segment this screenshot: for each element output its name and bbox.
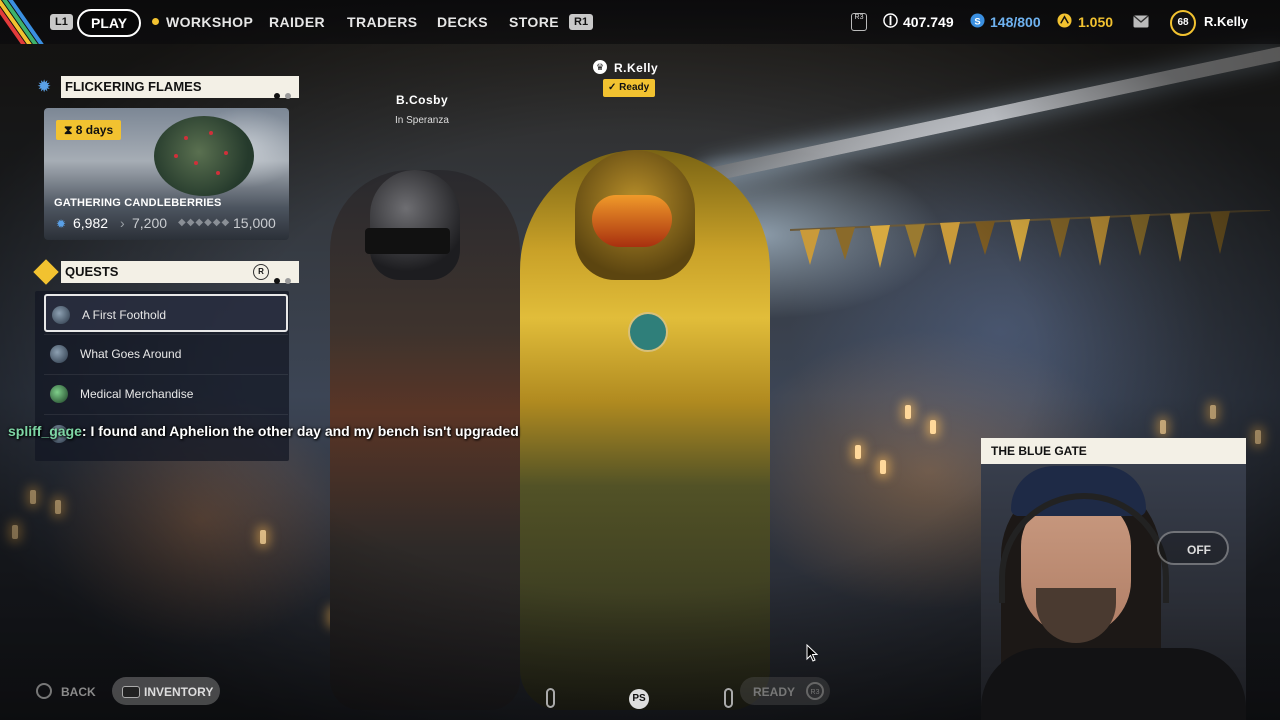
- quest-icon: [50, 385, 68, 403]
- touchpad-icon: [122, 686, 140, 698]
- nav-tab-decks[interactable]: DECKS: [437, 14, 488, 30]
- raider-token-icon: [1057, 13, 1072, 28]
- event-pager-dots[interactable]: [269, 84, 291, 106]
- chevron-right-icon: ›: [120, 215, 125, 231]
- chat-username: spliff_gage: [8, 423, 82, 439]
- quest-icon: [52, 306, 70, 324]
- party-member-status: In Speranza: [395, 115, 449, 126]
- ready-label: READY: [753, 685, 796, 699]
- quests-pager-dots[interactable]: [269, 269, 291, 291]
- coins-value: 407.749: [903, 14, 954, 30]
- quests-panel-header: QUESTS R: [33, 259, 299, 285]
- inventory-button[interactable]: INVENTORY: [112, 677, 220, 705]
- ready-status-chip: ✓ Ready: [603, 79, 656, 97]
- tokens-value: 1.050: [1078, 14, 1114, 30]
- workshop-notification-dot: [152, 18, 159, 25]
- hourglass-icon: ⧗: [64, 123, 73, 137]
- gear-icon: ✹: [56, 217, 67, 231]
- quest-icon: [50, 345, 68, 363]
- event-card[interactable]: ⧗ 8 days GATHERING CANDLEBERRIES ✹ 6,982…: [44, 108, 289, 240]
- top-navigation-bar: L1 PLAY WORKSHOP RAIDER TRADERS DECKS ST…: [0, 0, 1280, 44]
- event-progress-row: ✹ 6,982 › 7,200 ◆◆◆◆◆◆ 15,000: [54, 215, 284, 233]
- coin-icon: [883, 13, 898, 28]
- r-button-hint: R: [253, 264, 269, 280]
- svg-text:S: S: [974, 16, 980, 26]
- back-button[interactable]: BACK: [61, 685, 96, 699]
- stash-icon: S: [970, 13, 985, 28]
- event-progress-next: 7,200: [132, 215, 168, 231]
- progress-dots: ◆◆◆◆◆◆: [178, 217, 231, 228]
- inventory-label: INVENTORY: [144, 685, 214, 699]
- circle-button-icon: [36, 683, 52, 699]
- event-header-bar: FLICKERING FLAMES: [61, 76, 299, 99]
- event-timer-text: 8 days: [75, 123, 114, 137]
- event-panel-header: ✹ FLICKERING FLAMES: [35, 76, 299, 99]
- ready-status-text: Ready: [619, 82, 650, 93]
- nav-tab-raider[interactable]: RAIDER: [269, 14, 325, 30]
- event-title: FLICKERING FLAMES: [65, 79, 202, 94]
- r3-button-icon: R3: [806, 682, 824, 700]
- stash-capacity-value: 148/800: [990, 14, 1041, 30]
- event-name: GATHERING CANDLEBERRIES: [54, 197, 222, 209]
- stream-chat-message: spliff_gage: I found and Aphelion the ot…: [8, 423, 519, 439]
- r1-button-hint: R1: [569, 14, 594, 30]
- quests-title: QUESTS: [65, 264, 119, 279]
- off-toggle[interactable]: OFF: [1157, 531, 1229, 565]
- quest-item-a-first-foothold[interactable]: A First Foothold: [44, 294, 288, 332]
- event-progress-current: 6,982: [73, 215, 109, 231]
- player-name[interactable]: R.Kelly: [1204, 14, 1248, 29]
- left-stick-icon: [546, 688, 555, 708]
- webcam-title: THE BLUE GATE: [981, 438, 1246, 464]
- candleberry-bush-image: [154, 116, 254, 196]
- game-logo-stripes: [0, 0, 44, 44]
- quest-label: A First Foothold: [82, 308, 167, 322]
- l1-button-hint: L1: [50, 14, 73, 30]
- quest-label: Medical Merchandise: [80, 387, 194, 401]
- gear-icon: ✹: [37, 77, 52, 96]
- nav-tab-play[interactable]: PLAY: [77, 9, 142, 37]
- quest-diamond-icon: [33, 259, 59, 285]
- checkmark-icon: ✓: [608, 82, 617, 93]
- event-timer-chip: ⧗ 8 days: [56, 120, 122, 140]
- nav-tab-workshop[interactable]: WORKSHOP: [166, 14, 253, 30]
- quest-item-what-goes-around[interactable]: What Goes Around: [44, 334, 288, 373]
- chat-text: I found and Aphelion the other day and m…: [90, 423, 519, 439]
- ready-button[interactable]: READY R3: [740, 677, 830, 705]
- crown-icon: ♛: [593, 60, 607, 74]
- nav-tab-store[interactable]: STORE: [509, 14, 559, 30]
- mail-icon[interactable]: [1133, 15, 1149, 28]
- r3-button-hint: R3: [851, 13, 867, 31]
- party-member-name: B.Cosby: [396, 93, 449, 107]
- ps-button-icon[interactable]: PS: [629, 689, 649, 709]
- party-leader-name: R.Kelly: [614, 61, 659, 75]
- right-stick-icon: [724, 688, 733, 708]
- quest-item-medical-merchandise[interactable]: Medical Merchandise: [44, 374, 288, 413]
- nav-tab-traders[interactable]: TRADERS: [347, 14, 417, 30]
- quest-label: What Goes Around: [80, 347, 182, 361]
- event-progress-max: 15,000: [233, 215, 276, 231]
- mouse-cursor-icon: [806, 644, 818, 662]
- player-level-badge: 68: [1170, 10, 1196, 36]
- quests-header-bar: QUESTS R: [61, 261, 299, 284]
